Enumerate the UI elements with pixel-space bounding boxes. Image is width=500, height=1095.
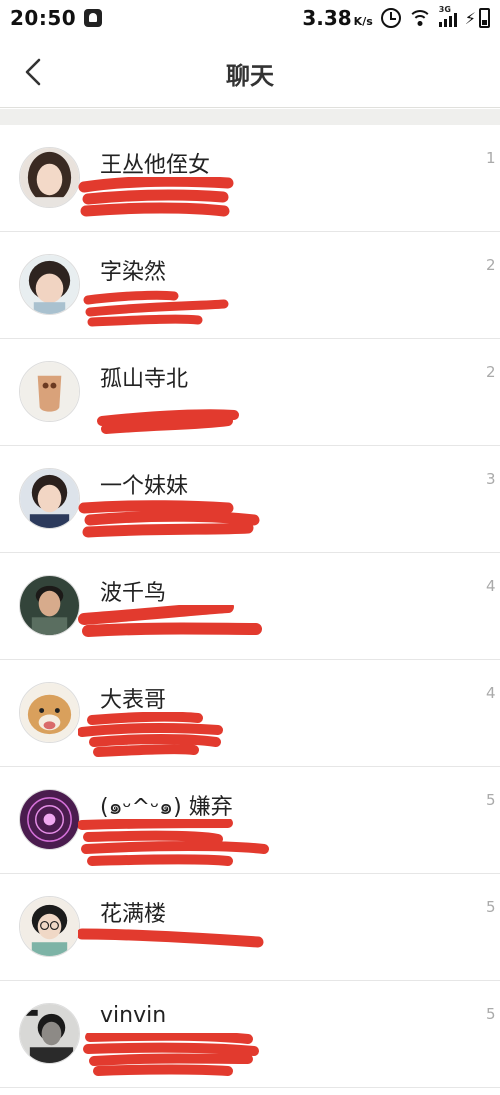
chat-time: 3 — [486, 470, 496, 488]
chat-name: 大表哥 — [100, 688, 167, 713]
wifi-icon — [408, 9, 431, 27]
charging-bolt-icon: ⚡ — [464, 8, 476, 28]
chat-name: 一个妹妹 — [100, 474, 189, 499]
chat-time: 2 — [486, 363, 496, 381]
chat-list-item[interactable]: 花满楼 5 — [0, 874, 500, 981]
avatar[interactable] — [19, 361, 80, 422]
chat-list-item[interactable]: 王丛他侄女 1 — [0, 125, 500, 232]
redaction-mark — [78, 177, 278, 227]
avatar[interactable] — [19, 682, 80, 743]
battery-icon: ⚡ — [465, 8, 490, 28]
chat-list-item[interactable]: vinvin 5 — [0, 981, 500, 1088]
network-type-label: 3G — [438, 5, 451, 14]
chat-time: 5 — [486, 898, 496, 916]
redaction-mark — [78, 712, 278, 762]
redaction-mark — [78, 498, 278, 548]
page-title: 聊天 — [226, 62, 274, 90]
nav-bar: 聊天 — [0, 36, 500, 108]
chat-list: 王丛他侄女 1 字染然 2 孤山寺北 2 一个妹妹 3 波千鸟 4 大表哥 4 … — [0, 125, 500, 1088]
avatar[interactable] — [19, 147, 80, 208]
notification-icon — [84, 9, 103, 27]
redaction-mark — [78, 926, 278, 976]
section-divider — [0, 109, 500, 125]
chat-list-item[interactable]: 大表哥 4 — [0, 660, 500, 767]
chat-list-item[interactable]: 一个妹妹 3 — [0, 446, 500, 553]
chat-name: vinvin — [100, 1003, 167, 1028]
chat-time: 2 — [486, 256, 496, 274]
chat-time: 4 — [486, 577, 496, 595]
chat-name: 字染然 — [100, 260, 167, 285]
chat-time: 5 — [486, 1005, 496, 1023]
chat-name: 花满楼 — [100, 902, 167, 927]
chat-list-item[interactable]: 波千鸟 4 — [0, 553, 500, 660]
chat-time: 4 — [486, 684, 496, 702]
alarm-clock-icon — [380, 8, 401, 28]
chat-time: 5 — [486, 791, 496, 809]
status-time: 20:50 — [10, 6, 77, 30]
redaction-mark — [78, 819, 278, 869]
redaction-mark — [78, 391, 278, 441]
redaction-mark — [78, 1033, 278, 1083]
chat-list-item[interactable]: 字染然 2 — [0, 232, 500, 339]
avatar[interactable] — [19, 468, 80, 529]
chat-list-item[interactable]: (๑ᵕ^ᵕ๑) 嫌弃 5 — [0, 767, 500, 874]
network-speed-unit: K/s — [353, 15, 373, 28]
avatar[interactable] — [19, 1003, 80, 1064]
chat-name: 孤山寺北 — [100, 367, 189, 392]
network-speed: 3.38 K/s — [302, 6, 373, 30]
status-bar: 20:50 3.38 K/s 3G ⚡ — [0, 0, 500, 36]
avatar[interactable] — [19, 896, 80, 957]
avatar[interactable] — [19, 254, 80, 315]
chat-name: 波千鸟 — [100, 581, 167, 606]
redaction-mark — [78, 605, 278, 655]
chat-list-item[interactable]: 孤山寺北 2 — [0, 339, 500, 446]
battery-level-icon — [479, 8, 490, 28]
avatar[interactable] — [19, 789, 80, 850]
status-indicators: 3.38 K/s 3G ⚡ — [302, 5, 490, 30]
chat-name: 王丛他侄女 — [100, 153, 211, 178]
redaction-mark — [78, 284, 278, 334]
avatar[interactable] — [19, 575, 80, 636]
chat-time: 1 — [486, 149, 496, 167]
cellular-signal-icon: 3G — [438, 5, 457, 27]
